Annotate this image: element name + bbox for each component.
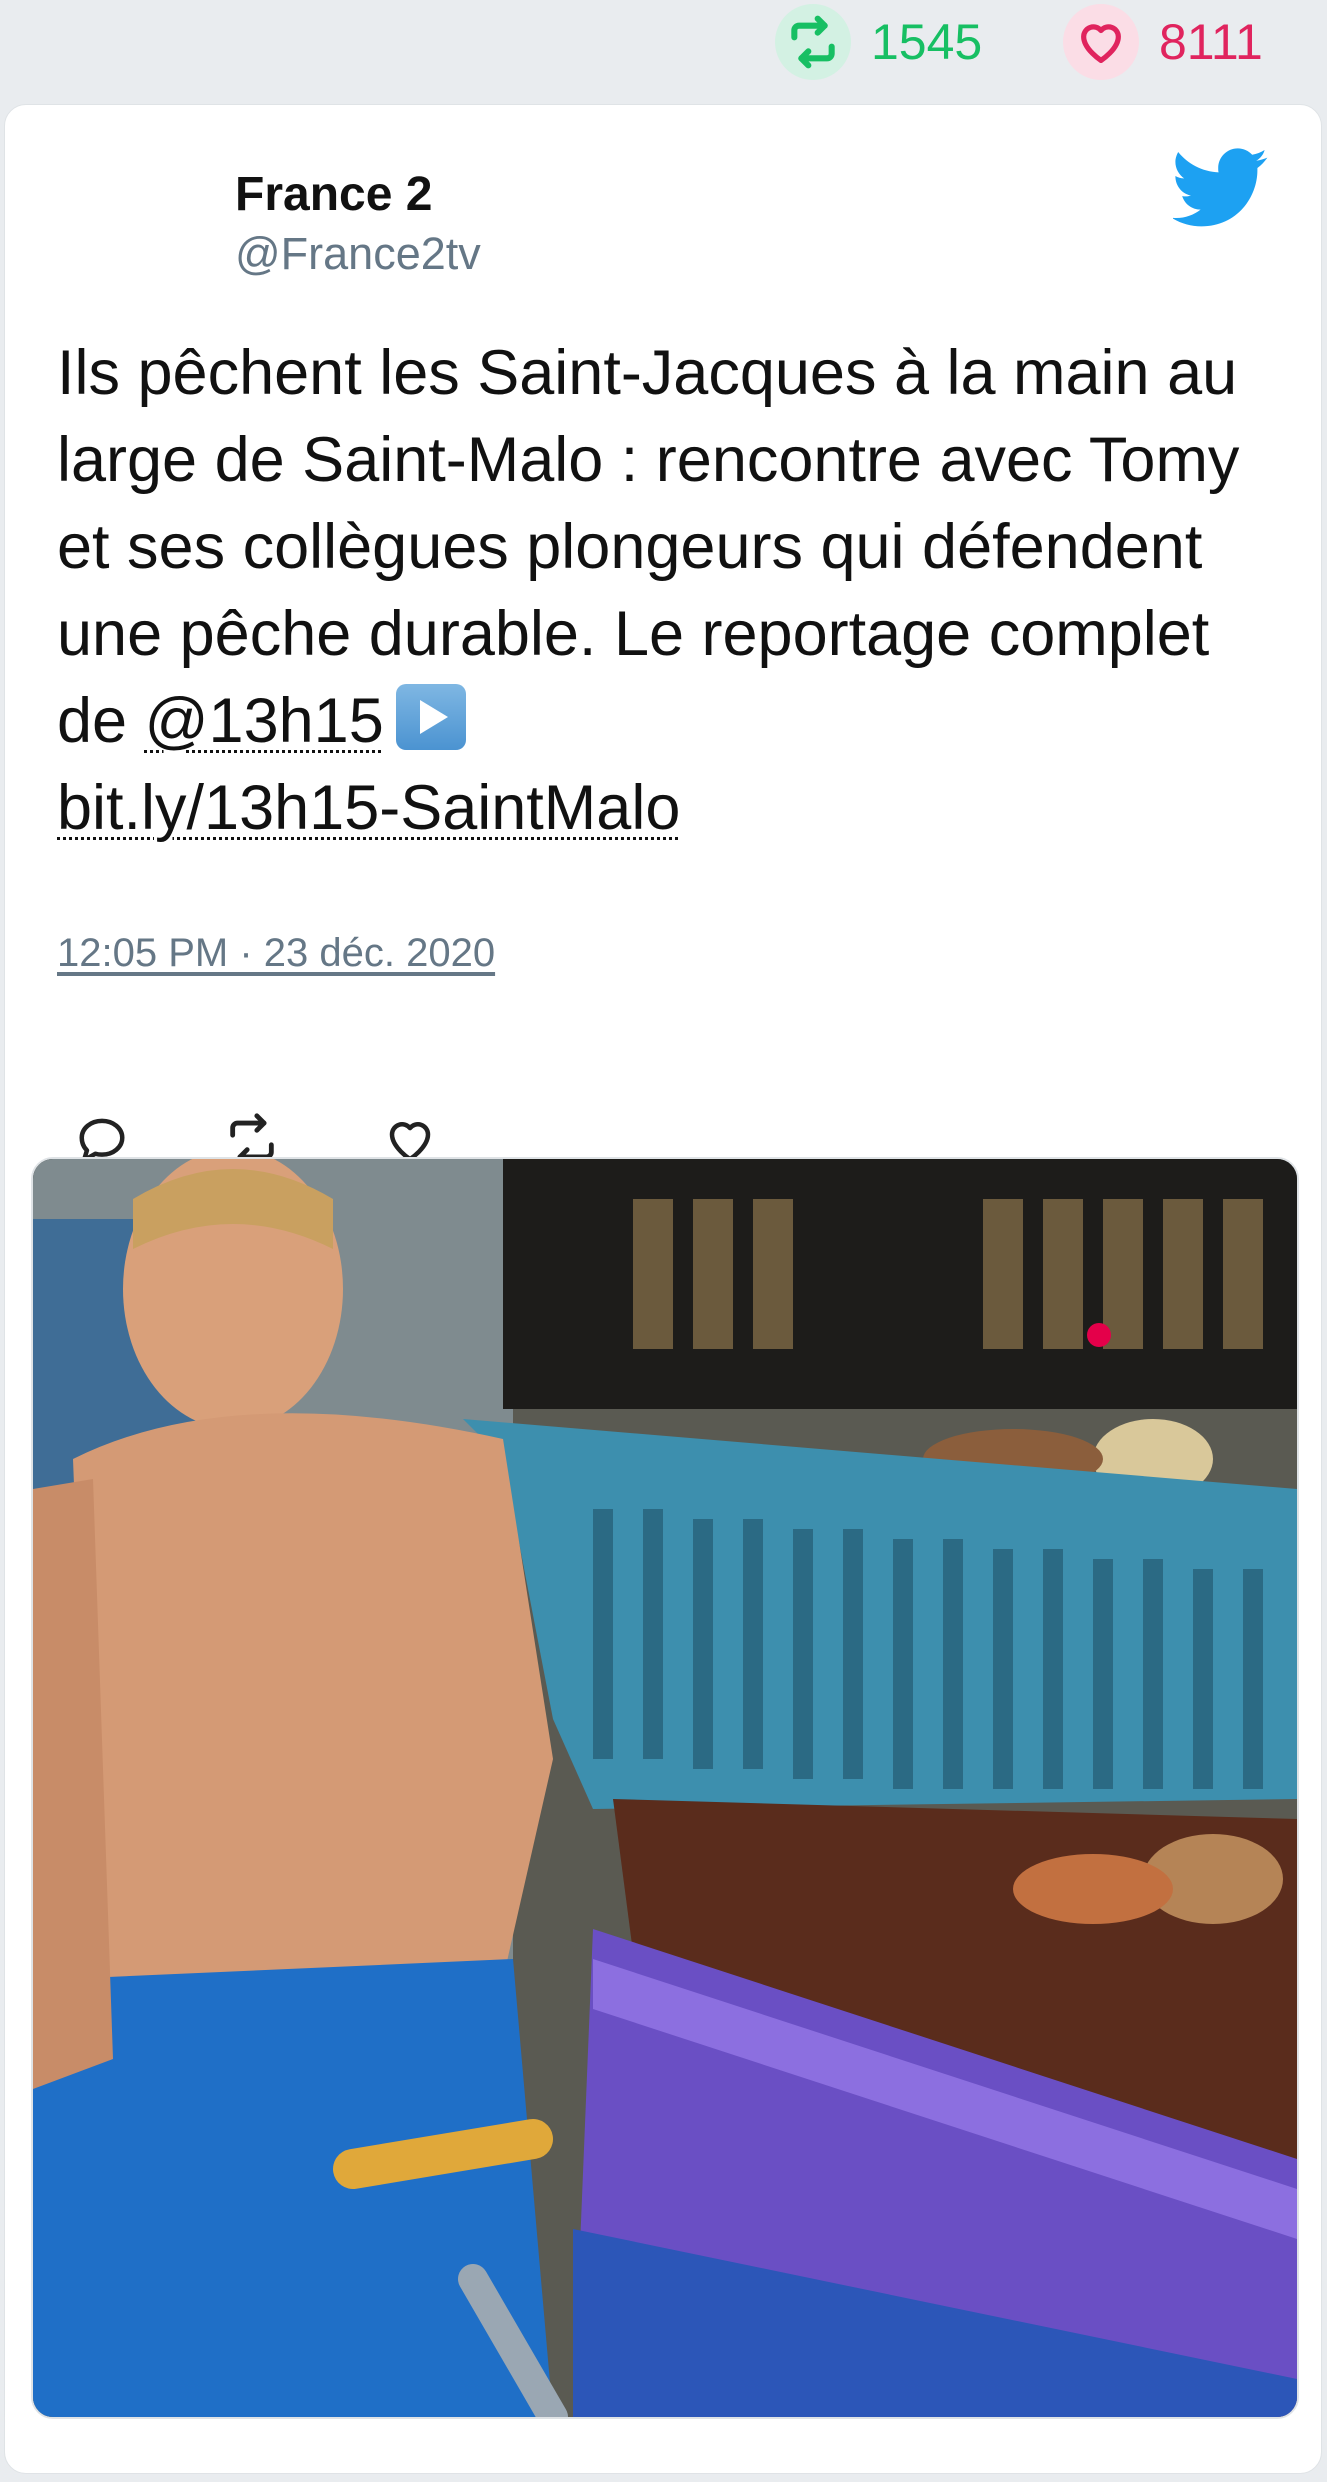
- play-button-emoji-icon: [395, 684, 466, 751]
- twitter-bird-icon[interactable]: [1171, 147, 1269, 229]
- like-count-value: 8111: [1159, 14, 1263, 70]
- mention-link[interactable]: @13h15: [145, 686, 384, 756]
- tweet-timestamp[interactable]: 12:05 PM · 23 déc. 2020: [57, 931, 495, 976]
- tweet-stats-bar: 1545 8111: [0, 0, 1327, 100]
- retweet-icon: [775, 4, 851, 80]
- video-frame-illustration: [33, 1159, 1297, 2417]
- author-handle: @France2tv: [235, 228, 481, 279]
- tweet-text: Ils pêchent les Saint-Jacques à la main …: [57, 330, 1287, 852]
- url-link[interactable]: bit.ly/13h15-SaintMalo: [57, 773, 680, 843]
- heart-icon: [1063, 4, 1139, 80]
- tweet-author[interactable]: France 2 @France2tv: [235, 165, 481, 283]
- like-count[interactable]: 8111: [1063, 4, 1263, 80]
- tweet-video-thumbnail[interactable]: [31, 1157, 1299, 2419]
- author-name: France 2: [235, 168, 433, 221]
- tweet-card: France 2 @France2tv Ils pêchent les Sain…: [4, 104, 1322, 2474]
- retweet-count[interactable]: 1545: [775, 4, 982, 80]
- retweet-count-value: 1545: [871, 14, 983, 70]
